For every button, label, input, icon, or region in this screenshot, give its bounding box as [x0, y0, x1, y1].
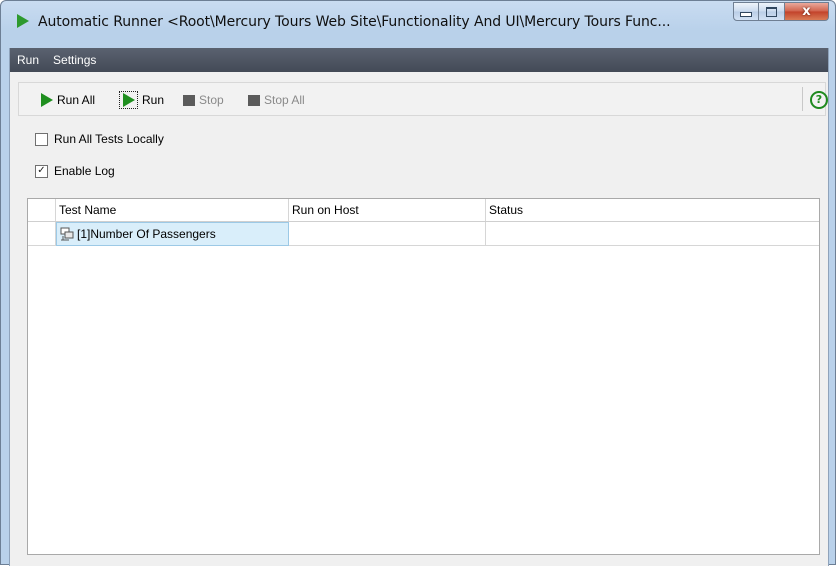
column-header-test-name[interactable]: Test Name: [56, 199, 289, 221]
window-title: Automatic Runner <Root\Mercury Tours Web…: [38, 14, 671, 30]
status-cell: [486, 222, 819, 246]
automatic-runner-window: Automatic Runner <Root\Mercury Tours Web…: [0, 0, 836, 566]
close-button[interactable]: x: [785, 2, 829, 21]
stop-icon: [183, 94, 195, 106]
run-locally-option[interactable]: Run All Tests Locally: [35, 130, 164, 148]
minimize-icon: [740, 11, 752, 17]
grid-header: Test Name Run on Host Status: [28, 199, 819, 222]
run-locally-checkbox[interactable]: [35, 132, 48, 146]
enable-log-option[interactable]: ✓ Enable Log: [35, 162, 115, 180]
window-controls: x: [733, 2, 829, 22]
column-header-status[interactable]: Status: [486, 199, 819, 221]
test-name-cell[interactable]: [1]Number Of Passengers: [56, 222, 289, 246]
app-play-icon: [17, 14, 29, 28]
run-all-label: Run All: [57, 93, 96, 107]
stop-label: Stop: [199, 93, 224, 107]
run-locally-label: Run All Tests Locally: [54, 132, 164, 146]
menu-run[interactable]: Run: [10, 48, 46, 72]
test-name-text: [1]Number Of Passengers: [77, 227, 216, 241]
test-icon: [60, 227, 74, 241]
title-bar[interactable]: Automatic Runner <Root\Mercury Tours Web…: [1, 1, 835, 47]
minimize-button[interactable]: [733, 2, 759, 21]
help-icon[interactable]: ?: [810, 91, 828, 109]
run-button[interactable]: Run: [119, 90, 164, 110]
stop-icon: [248, 94, 260, 106]
maximize-icon: [766, 6, 777, 17]
maximize-button[interactable]: [759, 2, 785, 21]
column-header-run-on-host[interactable]: Run on Host: [289, 199, 486, 221]
stop-all-button[interactable]: Stop All: [248, 90, 305, 110]
row-indicator: [28, 222, 56, 246]
runner-toolbar: Run All Run Stop Stop All ?: [18, 82, 828, 116]
run-label: Run: [142, 93, 165, 107]
table-row[interactable]: [1]Number Of Passengers: [28, 222, 819, 246]
menu-bar: Run Settings: [10, 48, 828, 72]
toolbar-separator: [802, 87, 803, 111]
client-area: Run Settings Run All Run Stop Stop All ?: [9, 48, 829, 566]
close-icon: x: [802, 4, 811, 19]
stop-button[interactable]: Stop: [183, 90, 224, 110]
enable-log-checkbox[interactable]: ✓: [35, 164, 48, 178]
run-all-button[interactable]: Run All: [41, 90, 95, 110]
enable-log-label: Enable Log: [54, 164, 115, 178]
column-header-indicator: [28, 199, 56, 221]
play-icon: [123, 93, 135, 107]
tests-grid: Test Name Run on Host Status [1]Number O…: [27, 198, 820, 555]
run-on-host-cell[interactable]: [289, 222, 486, 246]
run-focus-box: [119, 91, 138, 109]
menu-settings[interactable]: Settings: [46, 48, 103, 72]
stop-all-label: Stop All: [264, 93, 305, 107]
play-icon: [41, 93, 53, 107]
